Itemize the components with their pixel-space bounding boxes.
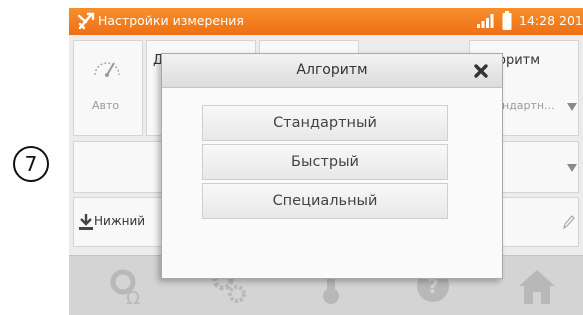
- mode-value: Авто: [92, 99, 120, 112]
- close-icon: [474, 64, 488, 78]
- svg-text:Ω: Ω: [126, 288, 140, 308]
- lower-limit-label: Нижний: [94, 214, 146, 228]
- battery-icon: [502, 11, 512, 30]
- dialog-title: Алгоритм: [296, 62, 368, 78]
- option-fast-button[interactable]: Быстрый: [202, 144, 448, 180]
- option-special-button[interactable]: Специальный: [202, 183, 448, 219]
- mode-tile[interactable]: Авто: [73, 40, 143, 136]
- algorithm-value: ндартн...: [502, 99, 555, 112]
- signal-icon: [477, 14, 494, 28]
- chevron-down-icon: [567, 164, 577, 172]
- algorithm-dialog: Алгоритм Стандартный Быстрый Специальный: [161, 53, 503, 279]
- dialog-header: Алгоритм: [162, 54, 502, 88]
- wrench-icon: [77, 12, 95, 30]
- chevron-down-icon: [567, 103, 577, 111]
- home-icon[interactable]: [515, 264, 559, 308]
- download-arrow-icon: [79, 214, 93, 230]
- status-clock: 14:28 2019.04.10: [519, 13, 583, 28]
- ohm-probe-icon[interactable]: Ω: [105, 264, 149, 308]
- status-bar: Настройки измерения 14:28 2019.04.10: [69, 8, 583, 35]
- device-screen: Настройки измерения 14:28 2019.04.10 Авт…: [69, 8, 583, 315]
- screen-title: Настройки измерения: [98, 13, 244, 28]
- option-standard-button[interactable]: Стандартный: [202, 105, 448, 141]
- gauge-icon: [94, 62, 120, 77]
- close-button[interactable]: [469, 59, 493, 83]
- algorithm-label: оритм: [498, 53, 541, 68]
- pencil-icon[interactable]: [562, 214, 576, 230]
- step-marker: 7: [13, 146, 49, 182]
